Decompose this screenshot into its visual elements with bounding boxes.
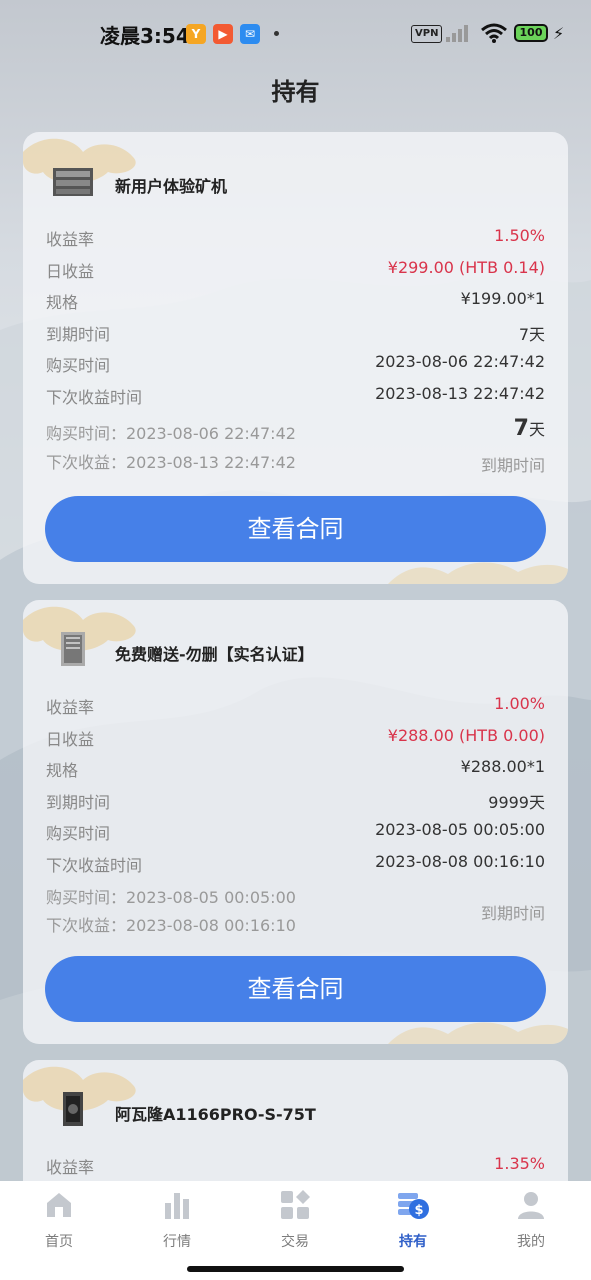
home-indicator xyxy=(187,1266,404,1272)
view-contract-button[interactable]: 查看合同 xyxy=(45,496,546,562)
spec-value: ¥199.00*1 xyxy=(460,289,545,308)
holding-card: 免费赠送-勿删【实名认证】 收益率 1.00% 日收益 ¥288.00 (HTB… xyxy=(23,600,568,1044)
yield-rate-value: 1.50% xyxy=(494,226,545,245)
purchase-time-row: 购买时间 2023-08-06 22:47:42 xyxy=(46,352,545,375)
yield-rate-value: 1.00% xyxy=(494,694,545,713)
yield-rate-row: 收益率 1.35% xyxy=(46,1154,545,1177)
spec-value: ¥288.00*1 xyxy=(460,757,545,776)
next-income-summary: 下次收益：2023-08-08 00:16:10 xyxy=(46,916,296,935)
purchase-time-row: 购买时间 2023-08-05 00:05:00 xyxy=(46,820,545,843)
yield-rate-row: 收益率 1.50% xyxy=(46,226,545,249)
tab-home[interactable]: 首页 xyxy=(0,1181,118,1261)
charging-icon: ⚡ xyxy=(553,24,565,43)
expiry-row: 到期时间 7天 xyxy=(46,321,545,344)
home-icon xyxy=(47,1193,71,1217)
tab-profile[interactable]: 我的 xyxy=(472,1181,590,1261)
next-income-time-row: 下次收益时间 2023-08-08 00:16:10 xyxy=(46,852,545,875)
wifi-icon xyxy=(481,23,507,43)
mining-rig-icon xyxy=(53,168,93,196)
yield-rate-row: 收益率 1.00% xyxy=(46,694,545,717)
view-contract-button[interactable]: 查看合同 xyxy=(45,956,546,1022)
expiry-value: 9999天 xyxy=(488,793,545,812)
next-income-time-row: 下次收益时间 2023-08-13 22:47:42 xyxy=(46,384,545,407)
notification-app-icon: Y xyxy=(186,24,206,44)
product-name: 新用户体验矿机 xyxy=(115,177,228,196)
battery-icon: 100 xyxy=(514,24,548,42)
purchase-time-value: 2023-08-05 00:05:00 xyxy=(375,820,545,839)
remaining-days: 7天 xyxy=(513,416,545,441)
grid-icon xyxy=(281,1190,310,1219)
next-income-summary: 下次收益：2023-08-13 22:47:42 xyxy=(46,453,296,472)
yield-rate-value: 1.35% xyxy=(494,1154,545,1173)
more-notifications-dot-icon xyxy=(274,31,279,36)
page-title: 持有 xyxy=(271,78,320,106)
purchase-time-summary: 购买时间：2023-08-05 00:05:00 xyxy=(46,888,296,907)
expiry-value: 7天 xyxy=(518,325,545,344)
status-time: 凌晨3:54 xyxy=(100,24,190,48)
holding-card: 阿瓦隆A1166PRO-S-75T 收益率 1.35% xyxy=(23,1060,568,1200)
daily-income-row: 日收益 ¥288.00 (HTB 0.00) xyxy=(46,726,545,749)
miner-device-icon xyxy=(61,632,85,666)
daily-income-row: 日收益 ¥299.00 (HTB 0.14) xyxy=(46,258,545,281)
status-bar: 凌晨3:54 Y ▶ ✉ VPN 100 ⚡ xyxy=(0,0,591,66)
holding-card: 新用户体验矿机 收益率 1.50% 日收益 ¥299.00 (HTB 0.14)… xyxy=(23,132,568,584)
daily-income-value: ¥299.00 (HTB 0.14) xyxy=(387,258,545,277)
product-name: 阿瓦隆A1166PRO-S-75T xyxy=(115,1105,316,1124)
purchase-time-value: 2023-08-06 22:47:42 xyxy=(375,352,545,371)
video-app-icon: ▶ xyxy=(213,24,233,44)
expiry-label: 到期时间 xyxy=(480,904,545,923)
product-name: 免费赠送-勿删【实名认证】 xyxy=(115,645,314,664)
tab-holdings[interactable]: $ 持有 xyxy=(354,1181,472,1261)
next-income-time-value: 2023-08-13 22:47:42 xyxy=(375,384,545,403)
spec-row: 规格 ¥288.00*1 xyxy=(46,757,545,780)
tab-market[interactable]: 行情 xyxy=(118,1181,236,1261)
daily-income-value: ¥288.00 (HTB 0.00) xyxy=(387,726,545,745)
holdings-coin-icon: $ xyxy=(398,1193,429,1219)
spec-row: 规格 ¥199.00*1 xyxy=(46,289,545,312)
svg-text:$: $ xyxy=(414,1203,423,1218)
message-app-icon: ✉ xyxy=(240,24,260,44)
user-icon xyxy=(518,1192,544,1219)
next-income-time-value: 2023-08-08 00:16:10 xyxy=(375,852,545,871)
vpn-icon: VPN xyxy=(411,25,443,43)
purchase-time-summary: 购买时间：2023-08-06 22:47:42 xyxy=(46,424,296,443)
chart-bars-icon xyxy=(165,1193,189,1219)
tab-trade[interactable]: 交易 xyxy=(236,1181,354,1261)
signal-icon xyxy=(446,25,468,42)
asic-miner-icon xyxy=(63,1092,83,1126)
expiry-row: 到期时间 9999天 xyxy=(46,789,545,812)
expiry-label: 到期时间 xyxy=(480,456,545,475)
